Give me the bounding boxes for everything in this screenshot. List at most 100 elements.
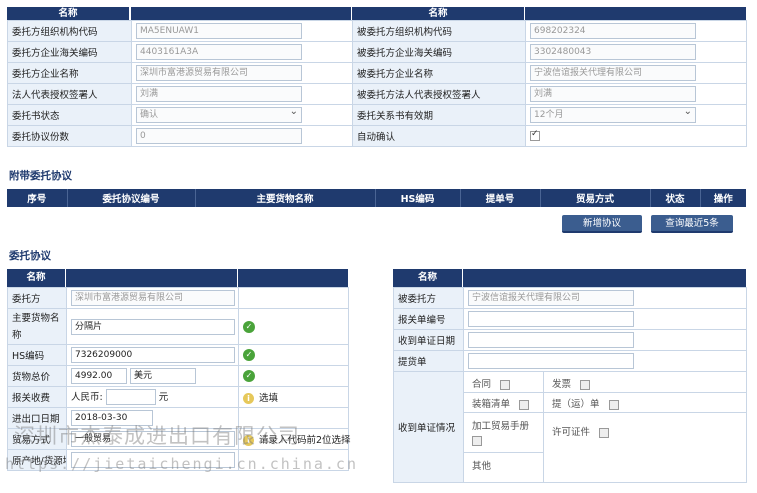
add-agreement-button[interactable]: 新增协议 (562, 215, 642, 233)
doc-contract-label: 合同 (472, 379, 492, 390)
agent-label: 被委托方 (393, 287, 464, 309)
client-customs-code-label: 委托方企业海关编码 (7, 41, 132, 63)
currency-field[interactable]: 美元 (130, 368, 197, 384)
doc-invoice-checkbox[interactable] (580, 379, 591, 390)
agreement-left-header-spacer (66, 269, 237, 287)
trade-label: 贸易方式 (7, 428, 67, 450)
table-row: 收到单证情况 合同 发票 装箱清单 提（运）单 加工贸易手册 许可证件 其他 (393, 371, 747, 483)
table-row: 委托方企业名称 深圳市富港源贸易有限公司 被委托方企业名称 宁波信谊报关代理有限… (7, 62, 747, 84)
docs-row-line (464, 452, 544, 453)
doc-manual-label: 加工贸易手册 (472, 421, 530, 432)
date-field[interactable]: 2018-03-30 (71, 410, 153, 426)
origin-field[interactable] (71, 452, 235, 468)
query-recent-button[interactable]: 查询最近5条 (651, 215, 733, 233)
check-ok-icon: ✓ (243, 370, 255, 382)
doc-license-checkbox[interactable] (599, 427, 610, 438)
auto-confirm-checkbox[interactable] (530, 129, 540, 141)
hs-field[interactable]: 7326209000 (71, 347, 235, 363)
docs-row-line (464, 392, 746, 393)
trade-field[interactable]: 一般贸易 (71, 431, 235, 447)
col-hs-code: HS编码 (375, 189, 461, 207)
recv-date-field[interactable] (468, 332, 634, 348)
doc-packing-label: 装箱清单 (472, 399, 511, 410)
table-row: 委托书状态 确认 委托关系书有效期 12个月 (7, 104, 747, 126)
goods-field[interactable]: 分隔片 (71, 318, 235, 335)
doc-manual-checkbox[interactable] (472, 436, 482, 446)
client-label: 委托方 (7, 287, 67, 309)
col-agreement-no: 委托协议编号 (67, 189, 196, 207)
bill-field[interactable] (468, 353, 634, 369)
doc-bol-label: 提（运）单 (552, 399, 600, 410)
validity-label: 委托关系书有效期 (352, 104, 526, 126)
agent-field[interactable]: 宁波信谊报关代理有限公司 (468, 290, 634, 306)
table-row: 提货单 (393, 350, 747, 372)
fee-field[interactable] (105, 389, 156, 406)
agreement-right-header-spacer (463, 269, 746, 287)
validity-value: 12个月 (534, 110, 564, 120)
docs-row-line (464, 412, 746, 413)
top-info-table: 委托方组织机构代码 MA5ENUAW1 被委托方组织机构代码 698202324… (7, 20, 747, 147)
decl-no-label: 报关单编号 (393, 308, 464, 330)
col-trade-mode: 贸易方式 (540, 189, 651, 207)
entrust-status-select[interactable]: 确认 (136, 107, 302, 123)
doc-bol-checkbox[interactable] (608, 399, 619, 410)
col-index: 序号 (7, 189, 68, 207)
info-icon: i (243, 393, 254, 404)
doc-contract-checkbox[interactable] (500, 379, 511, 390)
hs-label: HS编码 (7, 344, 67, 366)
date-label: 进出口日期 (7, 407, 67, 429)
info-icon: i (243, 435, 254, 446)
client-name-field[interactable]: 深圳市富港源贸易有限公司 (136, 65, 302, 81)
client-signatory-field[interactable]: 刘满 (136, 86, 302, 102)
agreement-right-header: 名称 (393, 269, 462, 287)
client-signatory-label: 法人代表授权签署人 (7, 83, 132, 105)
check-ok-icon: ✓ (243, 320, 255, 333)
copies-field[interactable]: 0 (136, 128, 302, 144)
client-field[interactable]: 深圳市富港源贸易有限公司 (71, 290, 235, 306)
doc-packing-checkbox[interactable] (519, 399, 530, 410)
validity-select[interactable]: 12个月 (530, 107, 696, 123)
client-customs-code-field[interactable]: 4403161A3A (136, 44, 302, 60)
table-row: 原产地/货源地 (7, 449, 349, 471)
table-row: 进出口日期 2018-03-30 (7, 407, 349, 429)
total-field[interactable]: 4992.00 (71, 368, 127, 384)
table-row: 报关收费 人民币: 元 i 选填 (7, 386, 349, 408)
agent-signatory-field[interactable]: 刘满 (530, 86, 696, 102)
table-row: 委托方企业海关编码 4403161A3A 被委托方企业海关编码 33024800… (7, 41, 747, 63)
agent-org-code-label: 被委托方组织机构代码 (352, 20, 526, 42)
fee-hint: 选填 (259, 393, 279, 404)
client-name-label: 委托方企业名称 (7, 62, 132, 84)
doc-license-label: 许可证件 (552, 427, 591, 438)
col-bill-no: 提单号 (460, 189, 541, 207)
top-header-left: 名称 (7, 7, 129, 20)
agreement-left-header-spacer2 (238, 269, 348, 287)
table-row: 委托方 深圳市富港源贸易有限公司 (7, 287, 349, 309)
table-row: 委托方组织机构代码 MA5ENUAW1 被委托方组织机构代码 698202324 (7, 20, 747, 42)
table-row: 被委托方 宁波信谊报关代理有限公司 (393, 287, 747, 309)
agent-customs-code-label: 被委托方企业海关编码 (352, 41, 526, 63)
table-row: 收到单证日期 (393, 329, 747, 351)
agent-customs-code-field[interactable]: 3302480043 (530, 44, 696, 60)
decl-no-field[interactable] (468, 311, 634, 327)
fee-unit-label: 元 (158, 391, 169, 403)
check-ok-icon: ✓ (243, 349, 255, 361)
fee-label: 报关收费 (7, 386, 67, 408)
trade-hint: 请录入代码前2位选择 (259, 435, 351, 446)
agreement-left-table: 委托方 深圳市富港源贸易有限公司 主要货物名称 分隔片 ✓ HS编码 73262… (7, 287, 351, 471)
recv-date-label: 收到单证日期 (393, 329, 464, 351)
col-status: 状态 (650, 189, 701, 207)
total-label: 货物总价 (7, 365, 67, 387)
docs-label: 收到单证情况 (393, 371, 464, 483)
agent-org-code-field[interactable]: 698202324 (530, 23, 696, 39)
client-org-code-label: 委托方组织机构代码 (7, 20, 132, 42)
top-header-right-spacer (525, 7, 746, 20)
client-org-code-field[interactable]: MA5ENUAW1 (136, 23, 302, 39)
doc-invoice-label: 发票 (552, 379, 572, 390)
table-row: 报关单编号 (393, 308, 747, 330)
agent-signatory-label: 被委托方法人代表授权签署人 (352, 83, 526, 105)
doc-other-label: 其他 (472, 461, 492, 472)
bill-label: 提货单 (393, 350, 464, 372)
agent-name-label: 被委托方企业名称 (352, 62, 526, 84)
agent-name-field[interactable]: 宁波信谊报关代理有限公司 (530, 65, 696, 81)
table-row: HS编码 7326209000 ✓ (7, 344, 349, 366)
